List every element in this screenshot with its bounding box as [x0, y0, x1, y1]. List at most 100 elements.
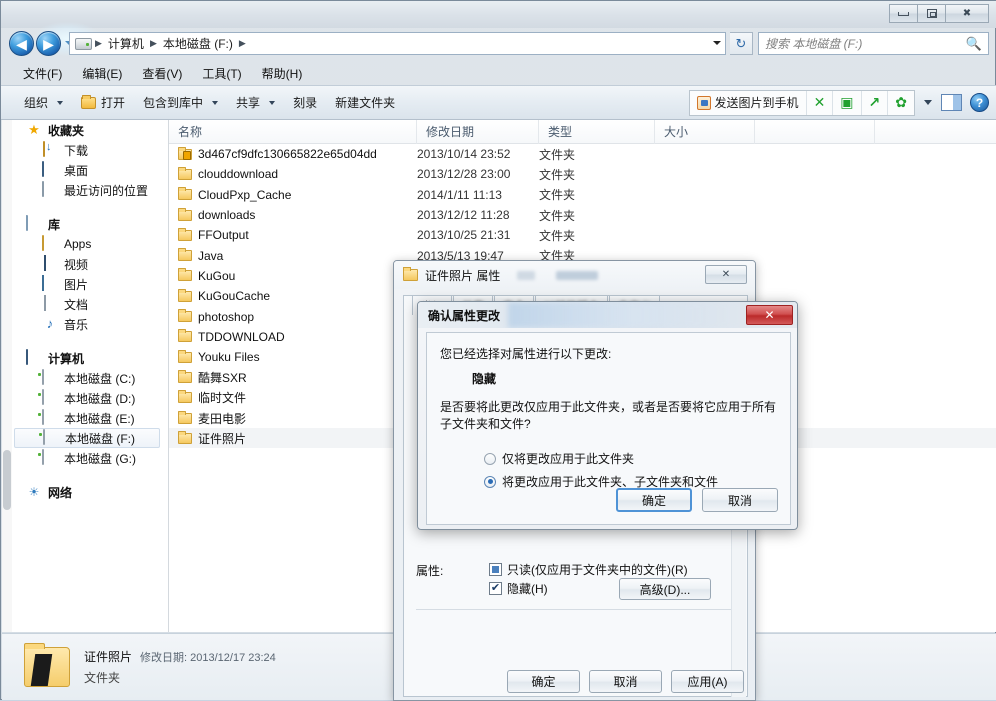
- file-name-label: downloads: [198, 208, 256, 223]
- sidebar-item-music[interactable]: ♪ 音乐: [12, 314, 168, 334]
- sidebar-item-desktop-label: 桌面: [64, 163, 89, 178]
- resize-button[interactable]: ✕: [807, 90, 834, 115]
- file-name-cell: clouddownload: [169, 166, 417, 182]
- properties-dialog-titlebar[interactable]: 证件照片 属性 ✕: [394, 261, 755, 289]
- confirm-dialog-titlebar[interactable]: 确认属性更改 ✕: [418, 302, 797, 328]
- menu-edit[interactable]: 编辑(E): [72, 63, 132, 84]
- radio-this-folder-only-row[interactable]: 仅将更改应用于此文件夹: [484, 450, 718, 467]
- sidebar-item-drive-g[interactable]: 本地磁盘 (G:): [12, 448, 168, 468]
- settings-button[interactable]: ✿: [888, 91, 914, 115]
- confirm-cancel-button[interactable]: 取消: [702, 488, 778, 512]
- sidebar-item-pictures-label: 图片: [64, 277, 89, 292]
- open-button[interactable]: 打开: [72, 91, 134, 114]
- search-input[interactable]: 搜索 本地磁盘 (F:) 🔍: [758, 32, 989, 55]
- refresh-button[interactable]: ↻: [730, 32, 753, 55]
- computer-icon: [26, 349, 28, 365]
- burn-button[interactable]: 刻录: [284, 91, 326, 114]
- table-row[interactable]: 3d467cf9dfc130665822e65d04dd 2013/10/14 …: [169, 144, 996, 164]
- properties-ok-button[interactable]: 确定: [507, 669, 580, 693]
- breadcrumb-item-drive-f[interactable]: 本地磁盘 (F:): [160, 35, 236, 52]
- export-button[interactable]: ↗: [862, 90, 889, 115]
- sidebar-item-recent-places[interactable]: 最近访问的位置: [12, 180, 168, 200]
- forward-button[interactable]: ▶: [36, 31, 61, 56]
- preview-pane-button[interactable]: [941, 94, 962, 111]
- folder-icon: [42, 235, 44, 251]
- sidebar-item-pictures[interactable]: 图片: [12, 274, 168, 294]
- address-dropdown-chevron-icon[interactable]: [713, 41, 721, 45]
- confirm-close-button[interactable]: ✕: [746, 305, 793, 325]
- share-button[interactable]: 共享: [227, 91, 284, 114]
- menu-file[interactable]: 文件(F): [13, 63, 72, 84]
- column-header-date[interactable]: 修改日期: [417, 119, 539, 144]
- view-options-chevron-icon[interactable]: [924, 100, 932, 105]
- properties-cancel-button[interactable]: 取消: [589, 669, 662, 693]
- organize-button[interactable]: 组织: [15, 91, 72, 114]
- file-name-cell: photoshop: [169, 309, 417, 324]
- menu-help[interactable]: 帮助(H): [252, 63, 313, 84]
- column-header-size[interactable]: 大小: [655, 119, 755, 144]
- breadcrumb-separator-icon[interactable]: ▶: [236, 38, 249, 49]
- table-row[interactable]: CloudPxp_Cache 2014/1/11 11:13 文件夹: [169, 185, 996, 205]
- sidebar-item-drive-d[interactable]: 本地磁盘 (D:): [12, 388, 168, 408]
- video-icon: [44, 255, 46, 271]
- close-button[interactable]: ✖: [945, 4, 989, 23]
- column-header-name[interactable]: 名称: [169, 119, 417, 144]
- include-in-library-button[interactable]: 包含到库中: [134, 91, 227, 114]
- address-bar[interactable]: ▶ 计算机 ▶ 本地磁盘 (F:) ▶: [69, 32, 726, 55]
- details-text: 证件照片 修改日期: 2013/12/17 23:24 文件夹: [84, 648, 276, 686]
- drive-icon: [42, 409, 44, 425]
- sidebar-item-recent-places-label: 最近访问的位置: [64, 183, 149, 198]
- back-arrow-icon: ◀: [16, 35, 27, 52]
- sidebar-item-apps[interactable]: Apps: [12, 234, 168, 254]
- sidebar-item-downloads-label: 下载: [64, 143, 89, 158]
- navigation-scrollbar[interactable]: [2, 120, 12, 632]
- sidebar-item-downloads[interactable]: 下载: [12, 140, 168, 160]
- minimize-button[interactable]: [889, 4, 918, 23]
- table-row[interactable]: FFOutput 2013/10/25 21:31 文件夹: [169, 225, 996, 245]
- confirm-ok-button[interactable]: 确定: [616, 488, 692, 512]
- sidebar-item-drive-c[interactable]: 本地磁盘 (C:): [12, 368, 168, 388]
- hidden-checkbox[interactable]: [489, 582, 502, 595]
- column-header-type[interactable]: 类型: [539, 119, 655, 144]
- organize-label: 组织: [24, 96, 49, 110]
- sidebar-item-desktop[interactable]: 桌面: [12, 160, 168, 180]
- menu-view[interactable]: 查看(V): [132, 63, 192, 84]
- sidebar-item-documents-label: 文档: [64, 297, 89, 312]
- properties-close-button[interactable]: ✕: [705, 265, 747, 284]
- sidebar-item-documents[interactable]: 文档: [12, 294, 168, 314]
- new-folder-button[interactable]: 新建文件夹: [326, 91, 404, 114]
- back-button[interactable]: ◀: [9, 31, 34, 56]
- help-button[interactable]: ?: [970, 93, 989, 112]
- sidebar-item-videos[interactable]: 视频: [12, 254, 168, 274]
- save-button[interactable]: ▣: [833, 90, 862, 115]
- column-header-extra[interactable]: [755, 119, 875, 144]
- table-row[interactable]: clouddownload 2013/12/28 23:00 文件夹: [169, 164, 996, 184]
- sidebar-item-drive-e[interactable]: 本地磁盘 (E:): [12, 408, 168, 428]
- breadcrumb-separator-icon[interactable]: ▶: [92, 38, 105, 49]
- send-photo-to-phone-button[interactable]: 发送图片到手机: [690, 90, 807, 115]
- sidebar-group-computer[interactable]: 计算机: [12, 348, 168, 368]
- sidebar-item-drive-f[interactable]: 本地磁盘 (F:): [14, 428, 160, 448]
- properties-apply-button[interactable]: 应用(A): [671, 669, 744, 693]
- navigation-scrollbar-thumb[interactable]: [3, 450, 11, 510]
- file-type-cell: 文件夹: [539, 167, 576, 182]
- maximize-button[interactable]: [917, 4, 946, 23]
- file-name-label: CloudPxp_Cache: [198, 187, 292, 202]
- details-folder-name: 证件照片: [84, 650, 133, 664]
- sidebar-group-favorites[interactable]: ★ 收藏夹: [12, 120, 168, 140]
- breadcrumb-item-computer[interactable]: 计算机: [105, 35, 147, 52]
- file-list-header: 名称 修改日期 类型 大小: [169, 119, 996, 144]
- sidebar-group-network[interactable]: ☀ 网络: [12, 482, 168, 502]
- menu-tools[interactable]: 工具(T): [192, 63, 251, 84]
- help-icon: ?: [975, 95, 984, 110]
- radio-folder-subfolders-files[interactable]: [484, 475, 496, 488]
- sidebar-group-libraries[interactable]: 库: [12, 214, 168, 234]
- readonly-checkbox-row[interactable]: 只读(仅应用于文件夹中的文件)(R): [489, 560, 688, 579]
- chevron-down-icon: [57, 100, 64, 105]
- radio-this-folder-only[interactable]: [484, 452, 496, 465]
- advanced-button[interactable]: 高级(D)...: [619, 578, 711, 600]
- readonly-checkbox[interactable]: [489, 563, 502, 576]
- file-name-label: clouddownload: [198, 167, 279, 182]
- breadcrumb-separator-icon[interactable]: ▶: [147, 38, 160, 49]
- table-row[interactable]: downloads 2013/12/12 11:28 文件夹: [169, 205, 996, 225]
